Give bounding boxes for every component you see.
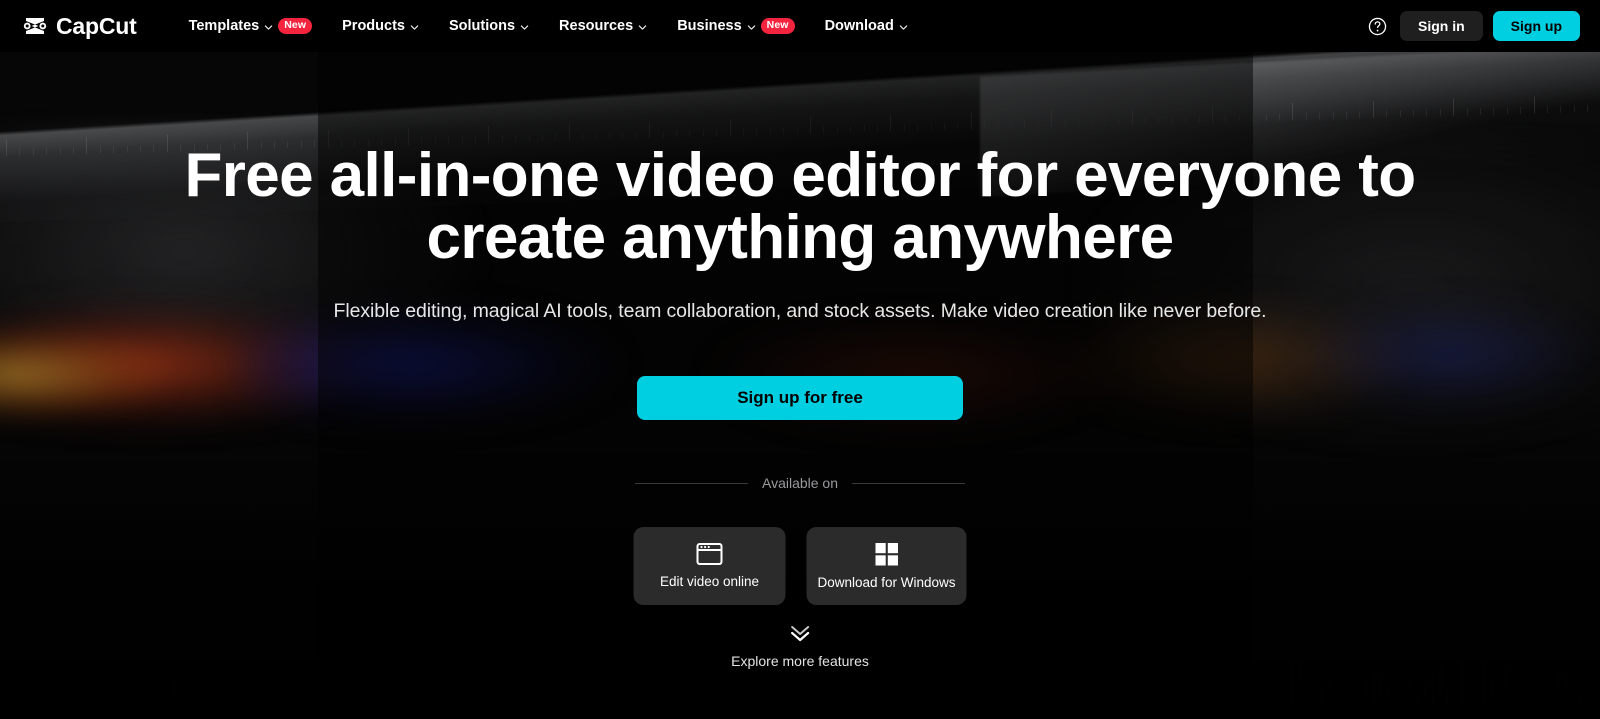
hero-subtitle: Flexible editing, magical AI tools, team… — [333, 300, 1267, 322]
sign-up-for-free-button[interactable]: Sign up for free — [637, 376, 963, 420]
nav-badge-new: New — [760, 18, 795, 34]
sign-in-button[interactable]: Sign in — [1400, 11, 1483, 41]
header-actions: Sign in Sign up — [1364, 11, 1580, 41]
nav-item-resources[interactable]: Resources — [544, 0, 662, 52]
browser-window-icon — [696, 543, 723, 565]
divider-line-left — [635, 482, 748, 484]
chevron-down-icon — [264, 24, 273, 30]
platform-label: Download for Windows — [817, 574, 956, 590]
page-title: Free all-in-one video editor for everyon… — [184, 141, 1416, 272]
nav-item-products[interactable]: Products — [327, 0, 434, 52]
nav-label: Download — [824, 18, 894, 34]
platform-cards: Edit video online Download for Windows — [633, 527, 967, 605]
explore-label: Explore more features — [731, 653, 869, 669]
platform-label: Edit video online — [659, 574, 760, 589]
explore-more-features[interactable]: Explore more features — [731, 624, 869, 669]
sign-up-button[interactable]: Sign up — [1492, 11, 1580, 41]
edit-video-online-card[interactable]: Edit video online — [633, 527, 786, 605]
chevron-down-icon — [520, 24, 529, 30]
available-on-label: Available on — [761, 475, 839, 491]
main-navigation: Templates New Products Solutions Resourc… — [174, 0, 923, 52]
nav-label: Resources — [559, 18, 634, 34]
nav-label: Business — [677, 18, 742, 34]
capcut-logo-icon — [23, 18, 47, 34]
help-circle-icon — [1368, 17, 1386, 35]
nav-label: Solutions — [448, 18, 516, 34]
windows-logo-icon — [875, 542, 898, 565]
help-button[interactable] — [1364, 13, 1390, 39]
available-on-divider: Available on — [635, 475, 965, 491]
chevron-down-icon — [410, 24, 419, 30]
logo-wordmark: CapCut — [56, 12, 137, 39]
site-header: CapCut Templates New Products Solutions — [0, 0, 1600, 52]
nav-item-business[interactable]: Business New — [662, 0, 809, 52]
nav-label: Products — [342, 18, 405, 34]
chevron-down-icon — [638, 24, 647, 30]
nav-item-solutions[interactable]: Solutions — [434, 0, 544, 52]
nav-item-templates[interactable]: Templates New — [174, 0, 328, 52]
capcut-landing-page: CapCut Templates New Products Solutions — [0, 0, 1600, 719]
download-for-windows-card[interactable]: Download for Windows — [806, 527, 967, 605]
hero-section: Free all-in-one video editor for everyon… — [0, 52, 1600, 719]
nav-item-download[interactable]: Download — [810, 0, 923, 52]
capcut-logo[interactable]: CapCut — [22, 13, 137, 40]
chevron-down-icon — [747, 24, 755, 30]
nav-badge-new: New — [278, 18, 313, 34]
double-chevron-down-icon — [790, 626, 810, 642]
chevron-down-icon — [899, 24, 908, 30]
nav-label: Templates — [188, 18, 260, 34]
divider-line-right — [852, 482, 965, 484]
